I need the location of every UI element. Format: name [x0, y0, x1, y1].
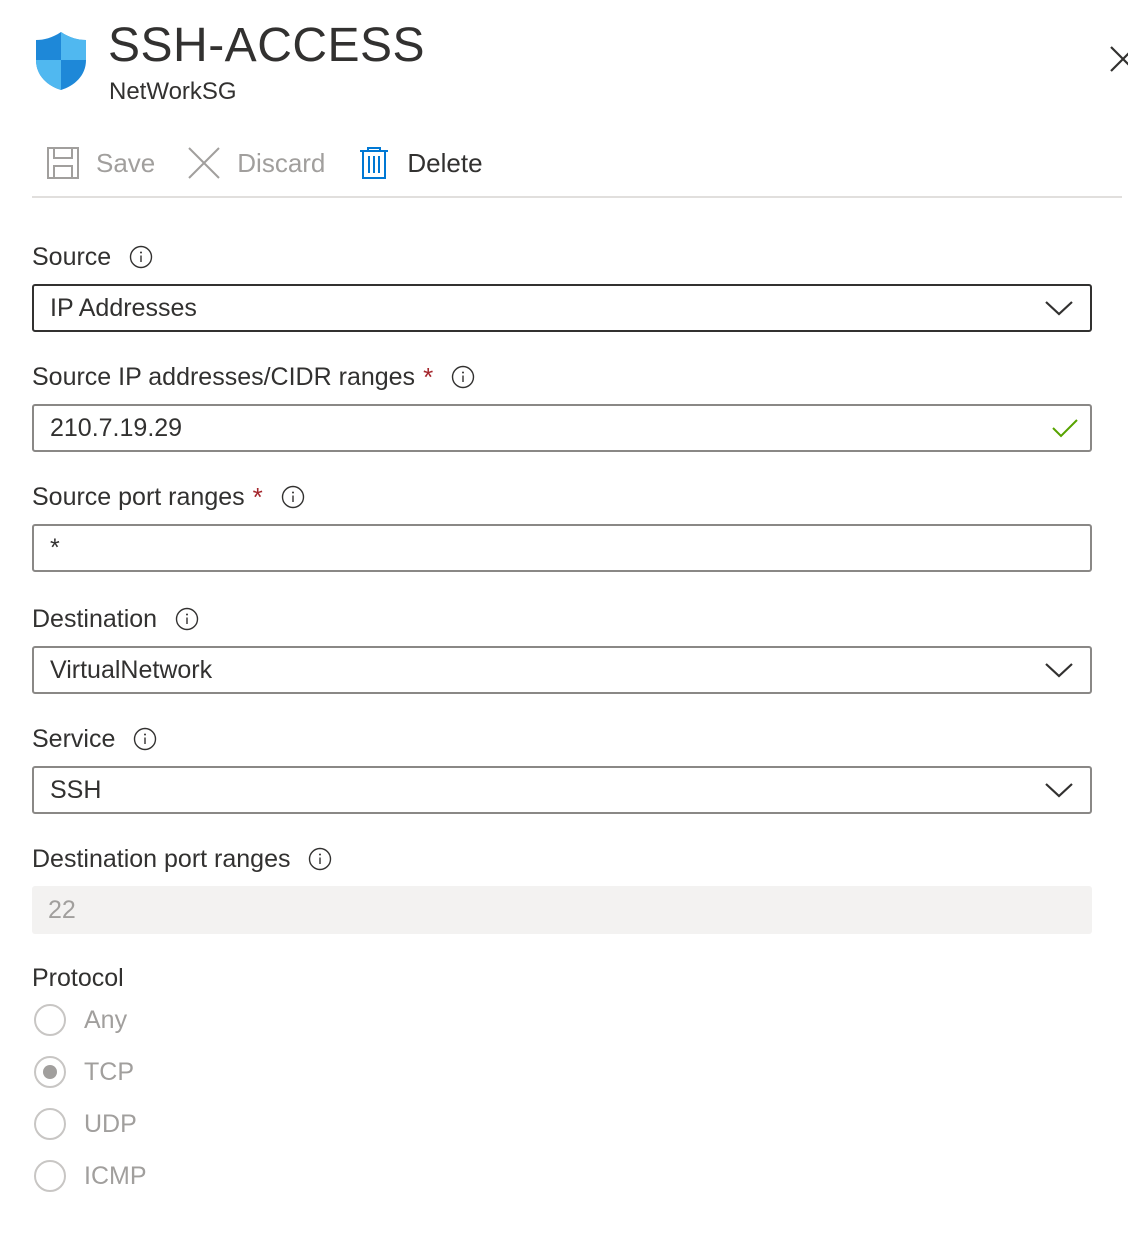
info-icon[interactable] — [175, 607, 199, 631]
source-ip-field: Source IP addresses/CIDR ranges * 210.7.… — [32, 360, 1092, 452]
source-ip-value: 210.7.19.29 — [50, 414, 183, 442]
save-label: Save — [96, 147, 156, 178]
source-port-field: Source port ranges * * — [32, 480, 1092, 572]
source-ip-input[interactable]: 210.7.19.29 — [32, 404, 1092, 452]
dest-port-field: Destination port ranges 22 — [32, 842, 1092, 934]
info-icon[interactable] — [129, 245, 153, 269]
destination-field: Destination VirtualNetwork — [32, 602, 1092, 694]
source-value: IP Addresses — [50, 294, 197, 322]
info-icon[interactable] — [451, 365, 475, 389]
save-button[interactable]: Save — [46, 140, 155, 186]
discard-label: Discard — [237, 147, 326, 178]
source-port-value: * — [50, 534, 60, 562]
required-asterisk: * — [252, 481, 263, 512]
service-field: Service SSH — [32, 722, 1092, 814]
radio-circle-selected — [34, 1056, 66, 1088]
radio-label: Any — [84, 1005, 128, 1034]
destination-label: Destination — [32, 604, 158, 633]
dest-port-input: 22 — [32, 886, 1092, 934]
protocol-radio-udp[interactable]: UDP — [34, 1108, 137, 1140]
source-ip-label: Source IP addresses/CIDR ranges — [32, 362, 416, 391]
blade-header: SSH-ACCESS NetWorkSG — [34, 14, 1128, 114]
dest-port-label: Destination port ranges — [32, 844, 291, 873]
source-port-label: Source port ranges — [32, 482, 245, 511]
service-label: Service — [32, 724, 116, 753]
chevron-down-icon — [1045, 301, 1073, 316]
delete-button[interactable]: Delete — [357, 140, 483, 186]
checkmark-icon — [1052, 419, 1078, 438]
discard-button[interactable]: Discard — [187, 140, 325, 186]
discard-icon — [188, 147, 220, 179]
service-dropdown[interactable]: SSH — [32, 766, 1092, 814]
destination-dropdown[interactable]: VirtualNetwork — [32, 646, 1092, 694]
info-icon[interactable] — [281, 485, 305, 509]
radio-circle — [34, 1004, 66, 1036]
protocol-radio-tcp[interactable]: TCP — [34, 1056, 134, 1088]
source-port-input[interactable]: * — [32, 524, 1092, 572]
source-field: Source IP Addresses — [32, 240, 1092, 332]
delete-label: Delete — [407, 147, 483, 178]
chevron-down-icon — [1045, 783, 1073, 798]
command-bar: Save Discard Delete — [46, 140, 515, 186]
toolbar-divider — [32, 196, 1122, 198]
close-icon[interactable] — [1108, 44, 1128, 74]
save-icon — [47, 147, 79, 179]
protocol-radio-icmp[interactable]: ICMP — [34, 1160, 147, 1192]
destination-value: VirtualNetwork — [50, 656, 213, 684]
protocol-label: Protocol — [32, 964, 124, 992]
radio-label: TCP — [84, 1057, 134, 1086]
trash-icon — [360, 147, 389, 179]
info-icon[interactable] — [308, 847, 332, 871]
dest-port-value: 22 — [48, 896, 76, 924]
page-subtitle: NetWorkSG — [109, 78, 237, 105]
radio-label: UDP — [84, 1109, 137, 1138]
chevron-down-icon — [1045, 663, 1073, 678]
required-asterisk: * — [423, 361, 434, 392]
radio-circle — [34, 1160, 66, 1192]
protocol-radio-any[interactable]: Any — [34, 1004, 127, 1036]
service-value: SSH — [50, 776, 102, 804]
source-dropdown[interactable]: IP Addresses — [32, 284, 1092, 332]
radio-dot — [43, 1065, 57, 1079]
info-icon[interactable] — [133, 727, 157, 751]
radio-label: ICMP — [84, 1161, 147, 1190]
shield-icon — [36, 32, 86, 90]
source-label: Source — [32, 242, 112, 271]
radio-circle — [34, 1108, 66, 1140]
page-title: SSH-ACCESS — [108, 19, 426, 72]
